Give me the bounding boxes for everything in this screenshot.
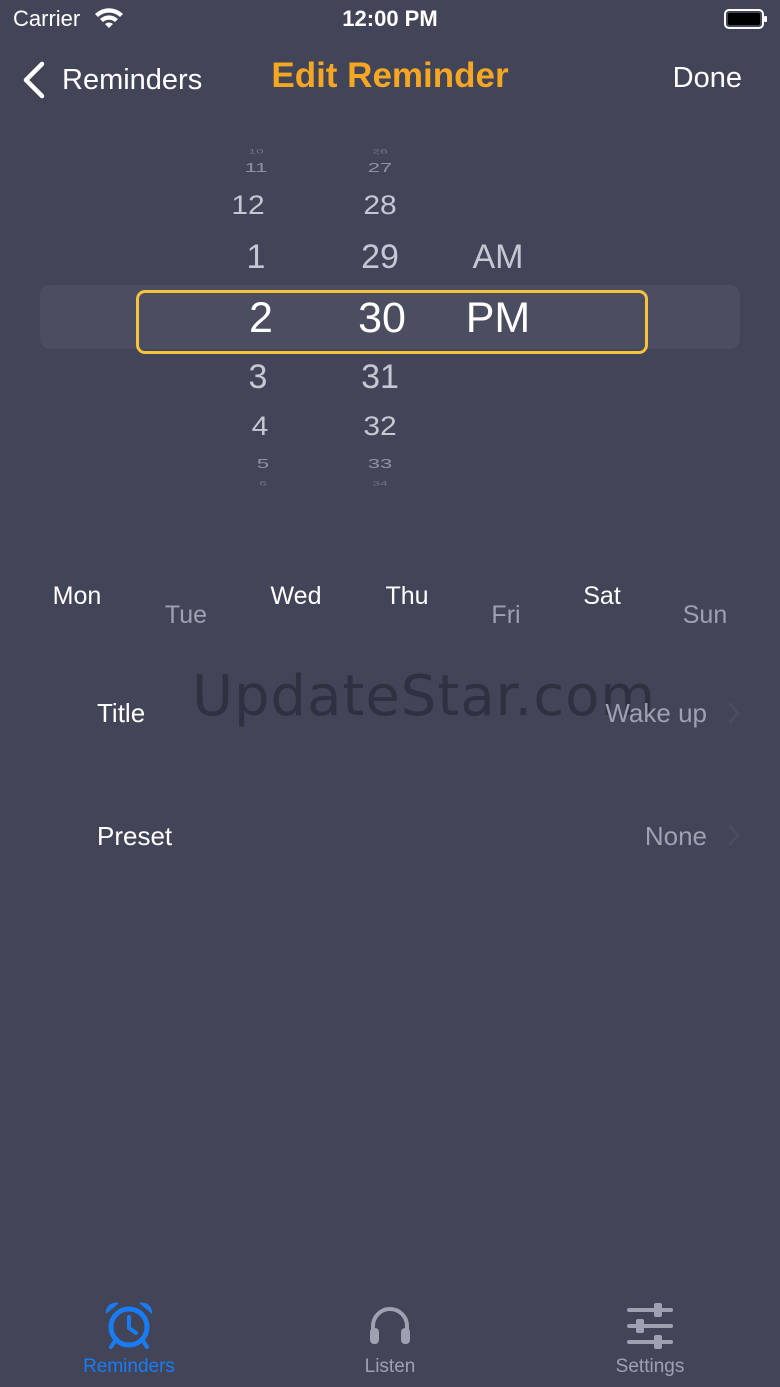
minute-option[interactable]: 31 [320, 360, 440, 394]
status-time: 12:00 PM [342, 6, 438, 31]
tab-reminders[interactable]: Reminders [29, 1300, 229, 1378]
preset-row-label: Preset [97, 821, 173, 851]
hour-option[interactable]: 6 [203, 480, 323, 486]
day-sat[interactable]: Sat [557, 582, 647, 611]
minute-option[interactable]: 33 [320, 457, 440, 470]
period-option[interactable]: AM [438, 240, 558, 274]
title-row-label: Title [97, 698, 146, 728]
day-sun[interactable]: Sun [660, 601, 750, 630]
chevron-right-icon [728, 824, 741, 846]
day-fri[interactable]: Fri [461, 601, 551, 630]
minute-option[interactable]: 28 [320, 192, 440, 220]
tab-listen-label: Listen [364, 1356, 416, 1377]
picker-highlight-frame [136, 290, 648, 354]
battery-icon [724, 9, 767, 29]
page-title: Edit Reminder [271, 56, 509, 95]
hour-option[interactable]: 12 [188, 192, 308, 220]
sliders-icon [627, 1303, 673, 1349]
tab-reminders-label: Reminders [83, 1356, 175, 1377]
day-wed[interactable]: Wed [251, 582, 341, 611]
minute-option[interactable]: 26 [320, 148, 440, 154]
hour-option[interactable]: 3 [198, 360, 318, 394]
minute-option[interactable]: 27 [320, 161, 440, 174]
chevron-right-icon [728, 702, 741, 724]
done-button[interactable]: Done [673, 62, 742, 95]
minute-option[interactable]: 29 [320, 240, 440, 274]
day-thu[interactable]: Thu [362, 582, 452, 611]
minute-option[interactable]: 32 [320, 413, 440, 441]
tab-listen[interactable]: Listen [290, 1300, 490, 1378]
title-row-value: Wake up [605, 698, 707, 728]
minute-option[interactable]: 34 [320, 480, 440, 486]
hour-option[interactable]: 11 [196, 161, 316, 174]
hour-option[interactable]: 10 [196, 148, 316, 154]
preset-row-value: None [644, 821, 707, 851]
day-tue[interactable]: Tue [141, 601, 231, 630]
hour-option[interactable]: 1 [196, 240, 316, 274]
hour-option[interactable]: 4 [200, 413, 320, 441]
hour-option[interactable]: 5 [203, 457, 323, 470]
alarm-clock-icon [105, 1302, 153, 1349]
day-mon[interactable]: Mon [32, 582, 122, 611]
tab-settings[interactable]: Settings [550, 1300, 750, 1378]
tab-settings-label: Settings [615, 1356, 685, 1377]
headphones-icon [370, 1307, 410, 1344]
